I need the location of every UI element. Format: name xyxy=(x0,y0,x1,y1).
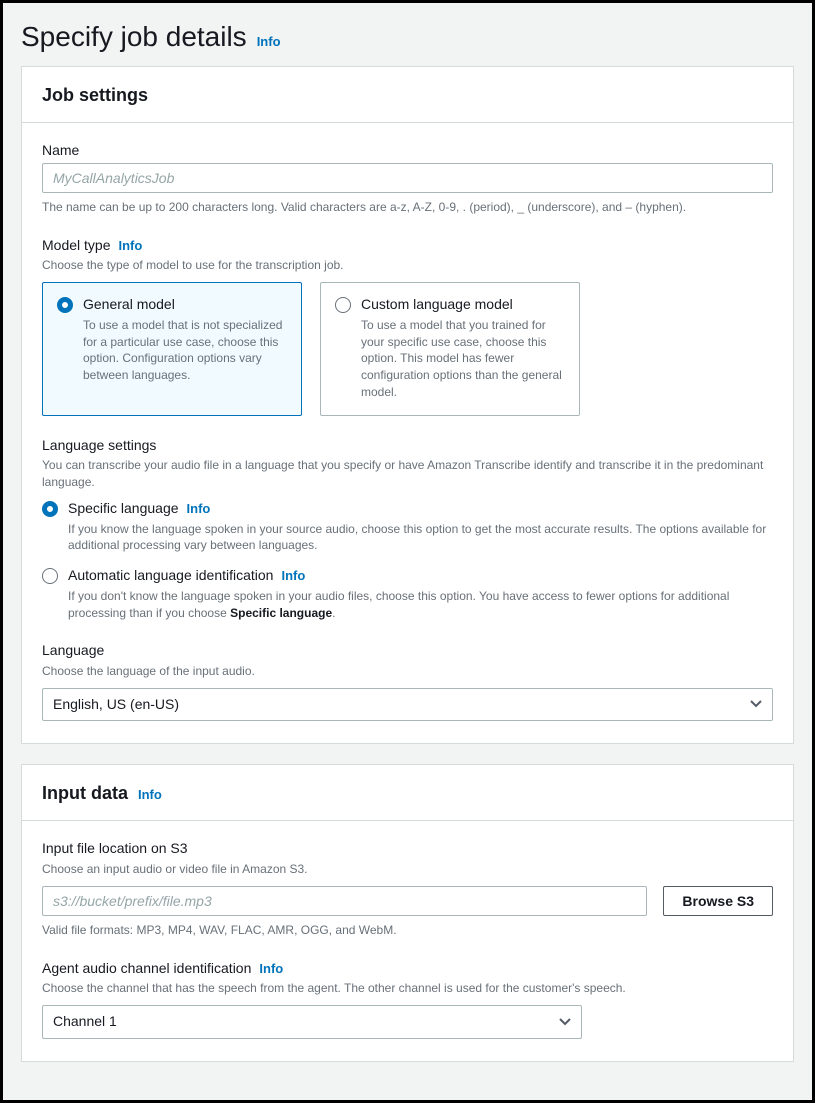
s3-location-help: Choose an input audio or video file in A… xyxy=(42,861,773,878)
model-type-info-link[interactable]: Info xyxy=(118,237,142,255)
specific-language-info-link[interactable]: Info xyxy=(187,500,211,518)
language-label: Language xyxy=(42,641,104,661)
s3-location-label: Input file location on S3 xyxy=(42,839,188,859)
chevron-down-icon xyxy=(559,1018,571,1026)
specific-language-title: Specific language xyxy=(68,499,179,519)
language-select[interactable]: English, US (en-US) xyxy=(42,688,773,722)
language-select-value: English, US (en-US) xyxy=(53,696,179,712)
name-input[interactable] xyxy=(42,163,773,193)
name-label: Name xyxy=(42,141,79,161)
channel-select[interactable]: Channel 1 xyxy=(42,1005,582,1039)
input-data-heading: Input data xyxy=(42,781,128,806)
auto-language-desc: If you don't know the language spoken in… xyxy=(68,588,773,622)
channel-label: Agent audio channel identification xyxy=(42,959,251,979)
radio-icon xyxy=(42,568,58,584)
input-data-info-link[interactable]: Info xyxy=(138,786,162,804)
custom-model-desc: To use a model that you trained for your… xyxy=(361,317,565,401)
auto-language-title: Automatic language identification xyxy=(68,566,273,586)
chevron-down-icon xyxy=(750,700,762,708)
model-type-general-tile[interactable]: General model To use a model that is not… xyxy=(42,282,302,416)
job-settings-panel: Job settings Name The name can be up to … xyxy=(21,66,794,744)
auto-language-radio[interactable]: Automatic language identification Info I… xyxy=(42,566,773,621)
language-help: Choose the language of the input audio. xyxy=(42,663,773,680)
s3-formats-help: Valid file formats: MP3, MP4, WAV, FLAC,… xyxy=(42,922,773,939)
model-type-label: Model type xyxy=(42,236,110,256)
specific-language-radio[interactable]: Specific language Info If you know the l… xyxy=(42,499,773,554)
channel-help: Choose the channel that has the speech f… xyxy=(42,980,773,997)
channel-select-value: Channel 1 xyxy=(53,1013,117,1029)
model-type-help: Choose the type of model to use for the … xyxy=(42,257,773,274)
browse-s3-button[interactable]: Browse S3 xyxy=(663,886,773,916)
model-type-custom-tile[interactable]: Custom language model To use a model tha… xyxy=(320,282,580,416)
page-title: Specify job details xyxy=(21,17,247,56)
language-settings-label: Language settings xyxy=(42,436,156,456)
channel-info-link[interactable]: Info xyxy=(259,960,283,978)
page-info-link[interactable]: Info xyxy=(257,33,281,51)
job-settings-heading: Job settings xyxy=(42,83,148,108)
general-model-desc: To use a model that is not specialized f… xyxy=(83,317,287,384)
radio-icon xyxy=(335,297,351,313)
language-settings-help: You can transcribe your audio file in a … xyxy=(42,457,773,491)
name-help: The name can be up to 200 characters lon… xyxy=(42,199,773,216)
specific-language-desc: If you know the language spoken in your … xyxy=(68,521,773,555)
auto-language-info-link[interactable]: Info xyxy=(281,567,305,585)
custom-model-title: Custom language model xyxy=(361,295,565,315)
s3-location-input[interactable] xyxy=(42,886,647,916)
input-data-panel: Input data Info Input file location on S… xyxy=(21,764,794,1061)
radio-icon xyxy=(57,297,73,313)
radio-icon xyxy=(42,501,58,517)
general-model-title: General model xyxy=(83,295,287,315)
